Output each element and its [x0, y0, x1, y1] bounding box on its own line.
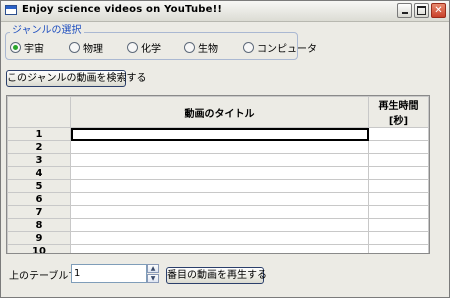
- radio-genre-biology[interactable]: 生物: [184, 41, 218, 55]
- radio-label: 宇宙: [24, 43, 44, 55]
- minimize-icon: [401, 12, 408, 14]
- duration-cell[interactable]: [368, 179, 429, 193]
- radio-button-icon: [243, 41, 254, 53]
- play-video-button[interactable]: 番目の動画を再生する: [166, 267, 267, 284]
- row-header[interactable]: 1: [7, 127, 71, 141]
- row-header[interactable]: 6: [7, 192, 71, 206]
- column-header-duration[interactable]: 再生時間[秒]: [368, 96, 429, 128]
- title-cell[interactable]: [70, 179, 369, 193]
- radio-label: コンピュータ: [257, 43, 317, 55]
- spin-buttons: ▲ ▼: [147, 264, 159, 283]
- search-genre-videos-button[interactable]: このジャンルの動画を検索する: [6, 70, 147, 87]
- radio-genre-space[interactable]: 宇宙: [10, 41, 44, 55]
- spin-down-button[interactable]: ▼: [147, 274, 159, 283]
- row-header[interactable]: 7: [7, 205, 71, 219]
- title-cell[interactable]: [70, 231, 369, 245]
- table-row: 6: [7, 192, 429, 206]
- video-index-spinbox[interactable]: 1: [71, 264, 147, 283]
- row-header[interactable]: 10: [7, 244, 71, 253]
- row-header[interactable]: 3: [7, 153, 71, 167]
- app-window: Enjoy science videos on YouTube!! ✕ ジャンル…: [0, 0, 450, 298]
- table-row: 3: [7, 153, 429, 167]
- row-header[interactable]: 2: [7, 140, 71, 154]
- duration-cell[interactable]: [368, 166, 429, 180]
- table-row: 5: [7, 179, 429, 193]
- minimize-button[interactable]: [397, 3, 412, 18]
- radio-genre-physics[interactable]: 物理: [69, 41, 103, 55]
- duration-cell[interactable]: [368, 218, 429, 232]
- close-icon: ✕: [434, 5, 443, 16]
- title-cell[interactable]: [70, 205, 369, 219]
- radio-button-icon: [127, 41, 138, 53]
- chevron-down-icon: ▼: [150, 275, 156, 282]
- table-row: 1: [7, 127, 429, 141]
- window-icon: [5, 5, 17, 15]
- title-cell[interactable]: [70, 153, 369, 167]
- radio-label: 生物: [198, 43, 218, 55]
- spin-up-button[interactable]: ▲: [147, 264, 159, 273]
- row-header[interactable]: 8: [7, 218, 71, 232]
- column-header-title[interactable]: 動画のタイトル: [70, 96, 369, 128]
- radio-label: 化学: [141, 43, 161, 55]
- radio-button-icon: [10, 41, 21, 53]
- title-cell[interactable]: [70, 218, 369, 232]
- radio-label: 物理: [83, 43, 103, 55]
- table-header-row: 動画のタイトル 再生時間[秒]: [7, 96, 429, 128]
- radio-genre-computer[interactable]: コンピュータ: [243, 41, 317, 55]
- corner-header[interactable]: [7, 96, 71, 128]
- table-row: 8: [7, 218, 429, 232]
- table-row: 7: [7, 205, 429, 219]
- title-cell[interactable]: [70, 244, 369, 253]
- video-table: 動画のタイトル 再生時間[秒] 1 2 3 4 5 6 7 8 9 10: [6, 95, 430, 254]
- duration-cell[interactable]: [368, 192, 429, 206]
- table-row: 2: [7, 140, 429, 154]
- table-row: 10: [7, 244, 429, 253]
- title-bar: Enjoy science videos on YouTube!! ✕: [1, 1, 449, 22]
- duration-cell[interactable]: [368, 231, 429, 245]
- video-grid: 動画のタイトル 再生時間[秒] 1 2 3 4 5 6 7 8 9 10: [7, 96, 429, 253]
- table-row: 9: [7, 231, 429, 245]
- maximize-button[interactable]: [414, 3, 429, 18]
- maximize-icon: [417, 6, 426, 15]
- row-header[interactable]: 5: [7, 179, 71, 193]
- radio-button-icon: [184, 41, 195, 53]
- row-header[interactable]: 4: [7, 166, 71, 180]
- duration-cell[interactable]: [368, 127, 429, 141]
- duration-cell[interactable]: [368, 140, 429, 154]
- window-title: Enjoy science videos on YouTube!!: [22, 4, 223, 15]
- radio-button-icon: [69, 41, 80, 53]
- table-index-label: 上のテーブルで: [9, 271, 79, 282]
- table-row: 4: [7, 166, 429, 180]
- title-cell[interactable]: [70, 166, 369, 180]
- genre-groupbox-legend: ジャンルの選択: [10, 25, 84, 37]
- chevron-up-icon: ▲: [150, 265, 156, 272]
- title-cell[interactable]: [70, 140, 369, 154]
- duration-cell[interactable]: [368, 153, 429, 167]
- duration-cell[interactable]: [368, 205, 429, 219]
- radio-genre-chemistry[interactable]: 化学: [127, 41, 161, 55]
- row-header[interactable]: 9: [7, 231, 71, 245]
- title-cell[interactable]: [70, 192, 369, 206]
- title-cell[interactable]: [70, 127, 369, 141]
- close-button[interactable]: ✕: [431, 3, 446, 18]
- duration-cell[interactable]: [368, 244, 429, 253]
